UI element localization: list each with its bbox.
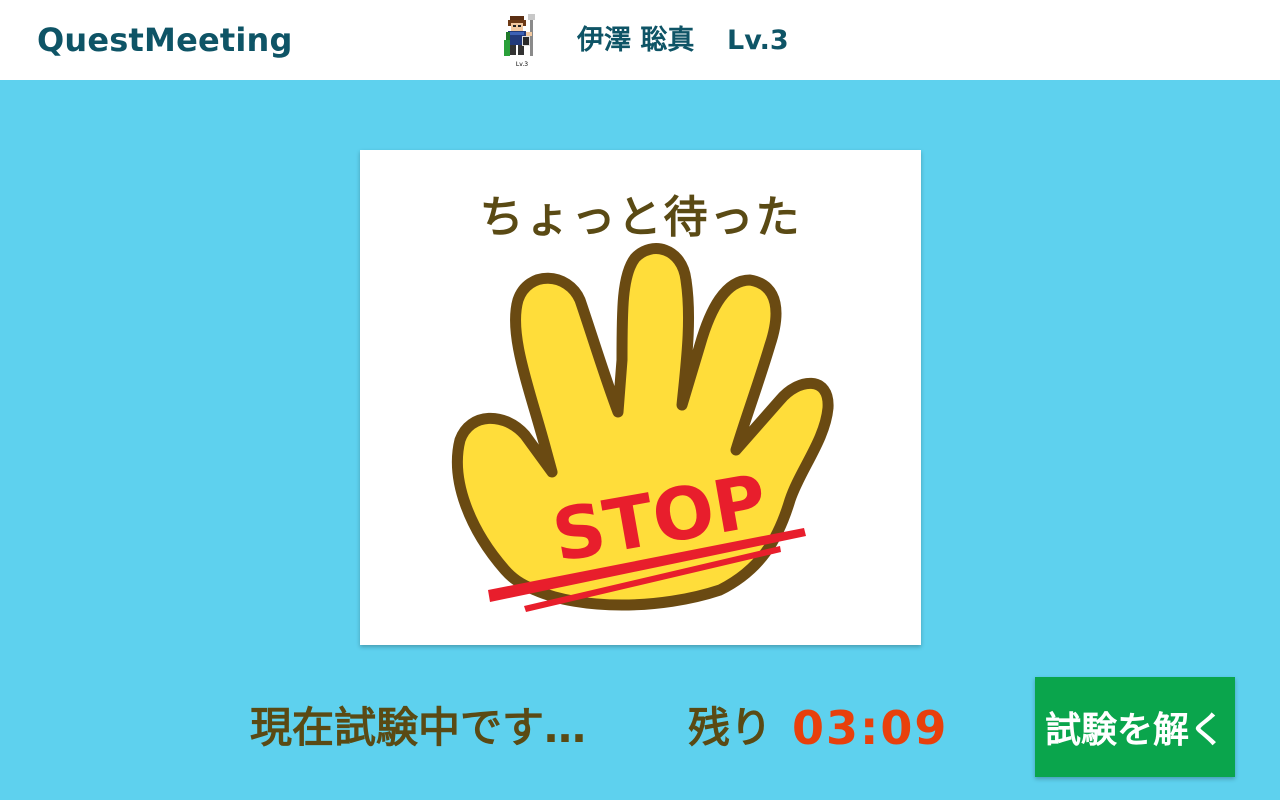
pixel-hero-avatar-icon: Lv.3 <box>504 14 535 68</box>
waiting-card: ちょっと待った STOP <box>360 150 921 645</box>
user-level: Lv.3 <box>727 25 789 56</box>
stop-hand-icon: STOP <box>451 243 834 612</box>
top-header: QuestMeeting Lv.3 伊澤 聡真 Lv.3 <box>0 0 1280 80</box>
user-name: 伊澤 聡真 <box>577 25 695 56</box>
app-logo[interactable]: QuestMeeting <box>37 20 293 60</box>
countdown-timer: 03:09 <box>792 701 949 755</box>
remaining-label: 残り <box>688 703 773 752</box>
exam-status-text: 現在試験中です… <box>250 703 587 752</box>
solve-exam-button[interactable]: 試験を解く <box>1035 677 1235 777</box>
avatar-level-caption: Lv.3 <box>516 61 528 68</box>
